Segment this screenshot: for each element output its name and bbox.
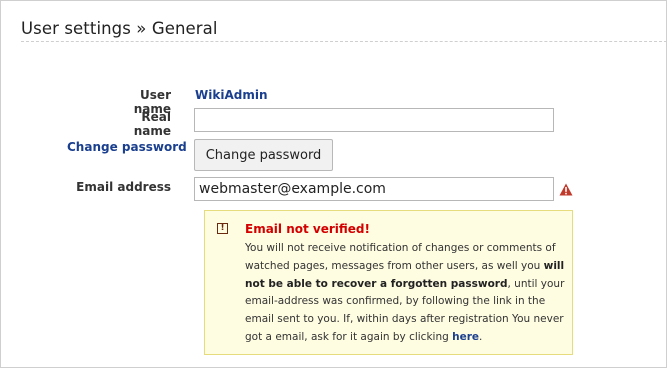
notice-title: Email not verified! — [245, 222, 370, 236]
change-password-button[interactable]: Change password — [194, 139, 333, 171]
exclamation-icon: ! — [217, 223, 228, 234]
email-not-verified-notice: ! Email not verified! You will not recei… — [204, 210, 573, 355]
resend-verification-link[interactable]: here — [452, 331, 479, 343]
notice-text-part-1: You will not receive notification of cha… — [245, 242, 556, 272]
page-title: User settings » General — [21, 19, 218, 38]
realname-label: Real name — [133, 110, 171, 138]
warning-icon — [559, 183, 573, 196]
email-input[interactable] — [194, 177, 554, 201]
realname-input[interactable] — [194, 108, 554, 132]
change-password-link[interactable]: Change password — [67, 140, 187, 154]
notice-text-part-3: . — [479, 330, 483, 343]
username-value: WikiAdmin — [195, 88, 268, 102]
email-label: Email address — [76, 180, 171, 194]
title-divider — [21, 41, 667, 42]
notice-body: You will not receive notification of cha… — [245, 240, 565, 347]
settings-panel: User settings » General User name WikiAd… — [0, 0, 667, 368]
